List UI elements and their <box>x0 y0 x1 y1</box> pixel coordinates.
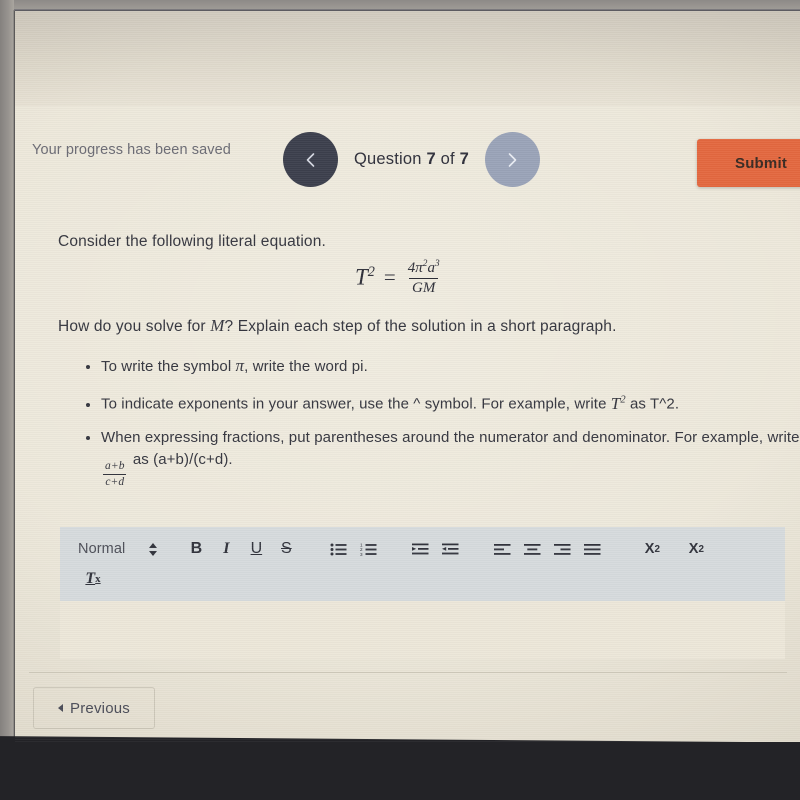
script-group: X2 X2 <box>637 534 711 564</box>
align-justify-icon <box>583 543 601 556</box>
quiz-page: Your progress has been saved Question 7 … <box>15 11 800 742</box>
hint-pi-text-a: To write the symbol <box>101 358 236 375</box>
screen-photo: Your progress has been saved Question 7 … <box>0 0 800 800</box>
format-select[interactable]: Normal <box>78 534 158 564</box>
question-navigator: Question 7 of 7 <box>283 132 540 187</box>
triangle-left-icon <box>58 704 64 712</box>
literal-equation: T2 = 4π2a3 GM <box>355 259 443 297</box>
numbered-list-icon: 1 2 3 <box>360 542 377 557</box>
indent-button[interactable] <box>435 534 465 564</box>
align-left-button[interactable] <box>487 534 517 564</box>
chevron-left-icon <box>301 150 321 170</box>
equals-sign: = <box>383 265 396 290</box>
format-select-value: Normal <box>78 541 126 557</box>
fraction-denominator: GM <box>409 277 439 297</box>
equation-fraction: 4π2a3 GM <box>405 259 443 297</box>
hint-exponent-math: T2 <box>610 393 626 413</box>
align-justify-button[interactable] <box>577 534 607 564</box>
bold-button[interactable]: B <box>181 534 211 564</box>
hint-fraction-text-b: as (a+b)/(c+d). <box>128 450 233 468</box>
outdent-button[interactable] <box>405 534 435 564</box>
align-left-icon <box>493 543 511 556</box>
monitor-bezel-bottom <box>0 736 800 800</box>
progress-saved-message: Your progress has been saved <box>32 142 231 158</box>
question-header: Your progress has been saved Question 7 … <box>15 121 800 213</box>
underline-button[interactable]: U <box>241 534 271 564</box>
next-question-button[interactable] <box>484 132 540 187</box>
answer-format-hints: To write the symbol π, write the word pi… <box>79 355 800 500</box>
prompt-variable: M <box>210 316 225 335</box>
subscript-button[interactable]: X2 <box>637 534 667 564</box>
monitor-bezel-left <box>0 0 14 760</box>
previous-page-button[interactable]: Previous <box>33 687 155 729</box>
list-group: 1 2 3 <box>323 534 383 564</box>
hint-exponent: To indicate exponents in your answer, us… <box>101 389 800 416</box>
submit-button[interactable]: Submit <box>697 139 800 187</box>
editor-toolbar: Normal B I U S 1 2 3 X 2 X 2 T x <box>60 527 785 601</box>
strikethrough-button[interactable]: S <box>271 534 301 564</box>
question-word: Question <box>354 150 422 168</box>
answer-editor: Normal B I U S 1 2 3 X 2 X 2 T x <box>60 527 785 659</box>
equation-lhs: T2 <box>355 264 375 291</box>
numbered-list-button[interactable]: 1 2 3 <box>353 534 383 564</box>
align-right-button[interactable] <box>547 534 577 564</box>
align-center-button[interactable] <box>517 534 547 564</box>
chevron-right-icon <box>502 150 522 170</box>
footer-divider <box>29 672 787 673</box>
outdent-icon <box>411 542 429 557</box>
text-style-group: B I U S <box>181 534 301 564</box>
indent-group <box>405 534 465 564</box>
hint-fraction-denominator: c+d <box>103 473 127 488</box>
bulleted-list-icon <box>330 542 347 557</box>
pi-symbol: π <box>235 356 245 375</box>
align-right-icon <box>553 543 571 556</box>
superscript-button[interactable]: X2 <box>681 534 711 564</box>
svg-text:3: 3 <box>360 551 363 556</box>
question-prompt: How do you solve for M? Explain each ste… <box>58 316 617 336</box>
hint-inline-fraction: a+b c+d <box>103 460 127 489</box>
of-word: of <box>440 150 455 168</box>
fraction-numerator: 4π2a3 <box>407 259 440 276</box>
hint-exponent-text-a: To indicate exponents in your answer, us… <box>101 395 611 413</box>
stepper-up-down-icon <box>149 542 158 556</box>
indent-icon <box>441 542 459 557</box>
clear-formatting-button[interactable]: Tx <box>78 564 108 594</box>
question-intro-text: Consider the following literal equation. <box>58 233 326 250</box>
previous-page-label: Previous <box>70 699 130 717</box>
align-center-icon <box>523 543 541 556</box>
hint-fraction-text-a: When expressing fractions, put parenthes… <box>101 428 800 446</box>
bulleted-list-button[interactable] <box>323 534 353 564</box>
question-total: 7 <box>459 150 469 168</box>
prompt-text-before: How do you solve for <box>58 318 206 335</box>
hint-fraction: When expressing fractions, put parenthes… <box>101 427 800 489</box>
italic-button[interactable]: I <box>211 534 241 564</box>
answer-text-area[interactable] <box>60 601 785 659</box>
previous-question-button[interactable] <box>283 132 338 187</box>
align-group <box>487 534 607 564</box>
hint-fraction-numerator: a+b <box>105 459 125 472</box>
page-top-band <box>15 11 800 106</box>
question-number: 7 <box>426 150 436 168</box>
hint-pi: To write the symbol π, write the word pi… <box>101 355 800 378</box>
prompt-text-after: ? Explain each step of the solution in a… <box>224 318 617 335</box>
hint-exponent-text-b: as T^2. <box>625 395 680 413</box>
question-counter: Question 7 of 7 <box>354 150 469 169</box>
hint-pi-text-b: , write the word pi. <box>244 358 368 375</box>
